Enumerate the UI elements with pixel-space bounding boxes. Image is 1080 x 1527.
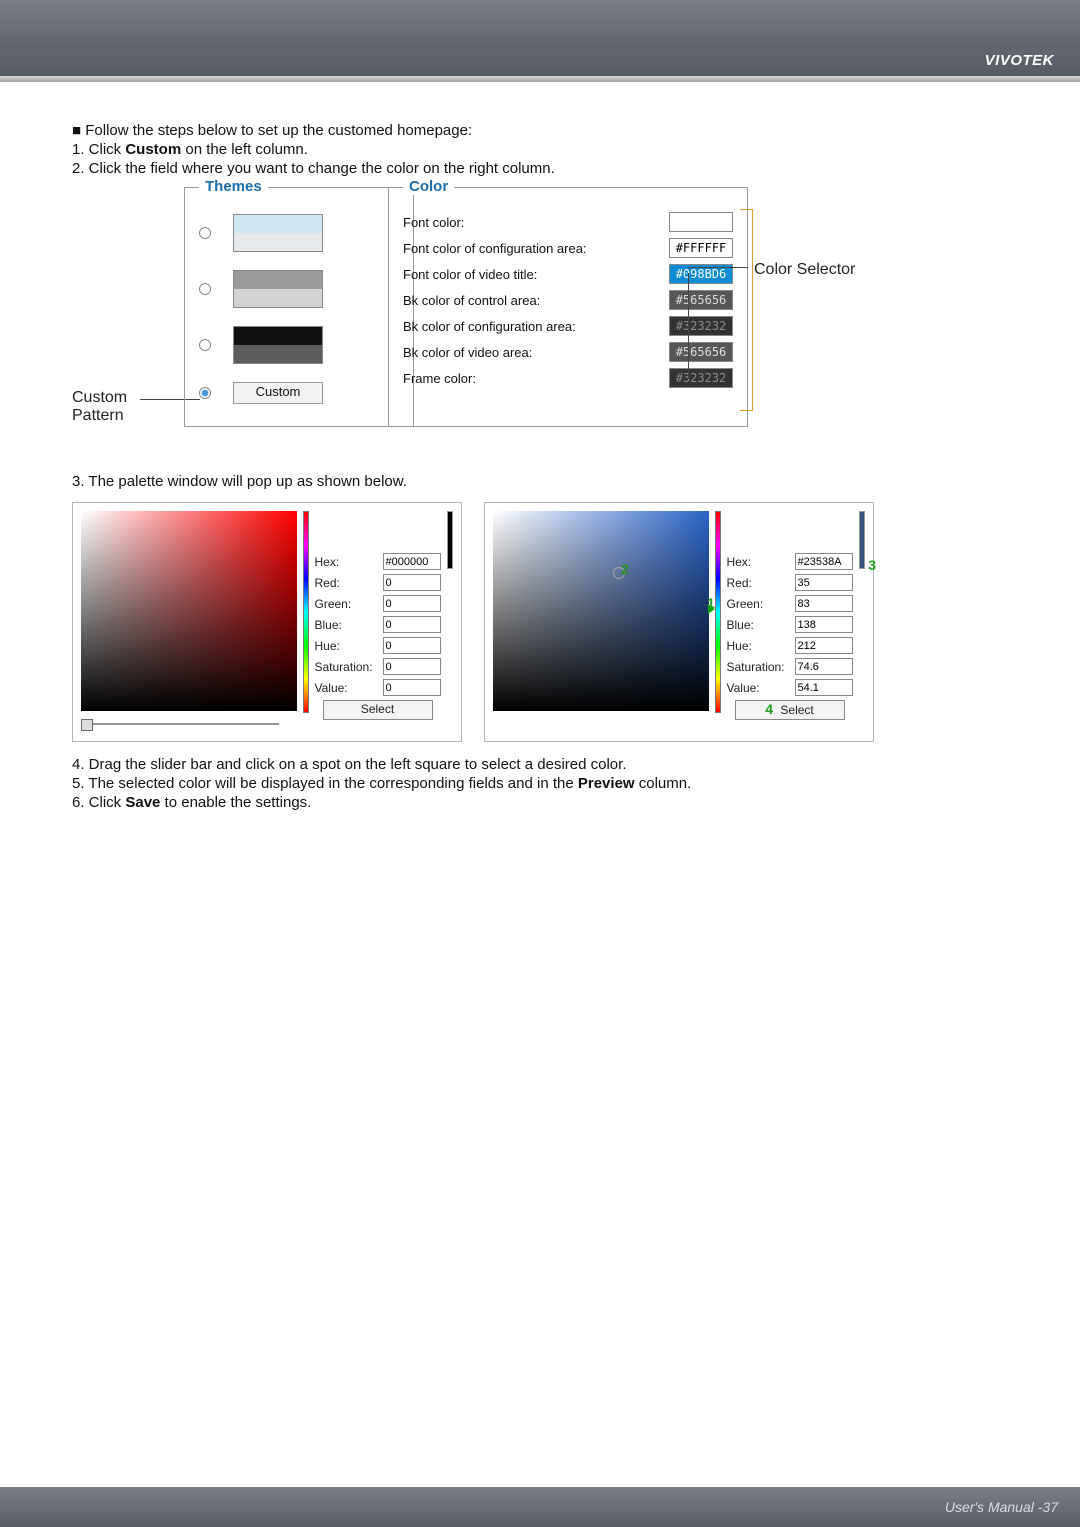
step-1: 1. Click Custom on the left column. bbox=[72, 141, 1008, 158]
brand-label: VIVOTEK bbox=[985, 52, 1054, 69]
palette-a-slider[interactable] bbox=[81, 719, 93, 731]
palette-b-sv[interactable]: 2 bbox=[493, 511, 709, 711]
palette-a-val[interactable] bbox=[383, 679, 441, 696]
callout-custom: Custom Pattern bbox=[72, 389, 127, 424]
palette-b-sat[interactable] bbox=[795, 658, 853, 675]
palette-a-blue[interactable] bbox=[383, 616, 441, 633]
palette-b-hue-field[interactable] bbox=[795, 637, 853, 654]
color-row-3: Bk color of control area: #565656 bbox=[403, 290, 733, 310]
callout-color-selector: Color Selector bbox=[754, 261, 855, 279]
color-row-label: Bk color of video area: bbox=[403, 345, 532, 360]
palette-b-select[interactable]: 4 Select bbox=[735, 700, 845, 720]
palette-a-hue[interactable] bbox=[303, 511, 309, 713]
color-swatch-input[interactable] bbox=[669, 212, 733, 232]
theme-radio-2[interactable] bbox=[199, 283, 211, 295]
footer: User's Manual - 37 bbox=[0, 1487, 1080, 1527]
ann-2: 2 bbox=[621, 561, 629, 577]
themes-legend: Themes bbox=[199, 178, 268, 195]
color-swatch-input[interactable]: #565656 bbox=[669, 342, 733, 362]
color-swatch-input[interactable]: #323232 bbox=[669, 368, 733, 388]
theme-radio-1[interactable] bbox=[199, 227, 211, 239]
palette-b: 2 1 Hex: Red: Green: Blue: Hue: Saturati… bbox=[484, 502, 874, 742]
theme-swatch-1[interactable] bbox=[233, 214, 323, 252]
step-2: 2. Click the field where you want to cha… bbox=[72, 160, 1008, 177]
color-row-4: Bk color of configuration area: #323232 bbox=[403, 316, 733, 336]
color-legend: Color bbox=[403, 178, 454, 195]
color-row-label: Font color of configuration area: bbox=[403, 241, 587, 256]
palette-a-red[interactable] bbox=[383, 574, 441, 591]
step-4: 4. Drag the slider bar and click on a sp… bbox=[72, 756, 1008, 773]
color-row-2: Font color of video title:#098BD6 bbox=[403, 264, 733, 284]
ann-4: 4 bbox=[765, 701, 773, 717]
palette-a-hex[interactable] bbox=[383, 553, 441, 570]
color-swatch-input[interactable]: #565656 bbox=[669, 290, 733, 310]
palette-a-sat[interactable] bbox=[383, 658, 441, 675]
color-row-0: Font color: bbox=[403, 212, 733, 232]
palette-a-green[interactable] bbox=[383, 595, 441, 612]
ann-3: 3 bbox=[868, 557, 876, 573]
palette-b-red[interactable] bbox=[795, 574, 853, 591]
palette-b-green[interactable] bbox=[795, 595, 853, 612]
themes-group: Themes Custom bbox=[184, 187, 414, 427]
palette-a-hue-field[interactable] bbox=[383, 637, 441, 654]
color-row-label: Font color: bbox=[403, 215, 464, 230]
palette-b-hex[interactable] bbox=[795, 553, 853, 570]
palette-b-hue[interactable] bbox=[715, 511, 721, 713]
theme-swatch-2[interactable] bbox=[233, 270, 323, 308]
palette-b-blue[interactable] bbox=[795, 616, 853, 633]
theme-radio-custom[interactable] bbox=[199, 387, 211, 399]
theme-radio-3[interactable] bbox=[199, 339, 211, 351]
color-row-label: Frame color: bbox=[403, 371, 476, 386]
color-group: Color Font color:Font color of configura… bbox=[388, 187, 748, 427]
palette-b-val[interactable] bbox=[795, 679, 853, 696]
palette-a-select[interactable]: Select bbox=[323, 700, 433, 720]
step-6: 6. Click Save to enable the settings. bbox=[72, 794, 1008, 811]
step-3: 3. The palette window will pop up as sho… bbox=[72, 473, 1008, 490]
intro-line: ■ Follow the steps below to set up the c… bbox=[72, 122, 1008, 139]
color-row-label: Font color of video title: bbox=[403, 267, 537, 282]
step-5: 5. The selected color will be displayed … bbox=[72, 775, 1008, 792]
color-row-1: Font color of configuration area: #FFFFFF bbox=[403, 238, 733, 258]
color-swatch-input[interactable]: #FFFFFF bbox=[669, 238, 733, 258]
color-swatch-input[interactable]: #323232 bbox=[669, 316, 733, 336]
palette-a-preview bbox=[447, 511, 454, 569]
custom-button[interactable]: Custom bbox=[233, 382, 323, 404]
palette-a: Hex: Red: Green: Blue: Hue: Saturation: … bbox=[72, 502, 462, 742]
palette-b-preview bbox=[859, 511, 866, 569]
color-row-5: Bk color of video area: #565656 bbox=[403, 342, 733, 362]
color-row-label: Bk color of configuration area: bbox=[403, 319, 576, 334]
config-figure: Custom Pattern Themes bbox=[72, 187, 1008, 447]
selector-bracket bbox=[740, 209, 753, 411]
ann-1: 1 bbox=[707, 595, 715, 611]
theme-swatch-3[interactable] bbox=[233, 326, 323, 364]
color-row-6: Frame color: #323232 bbox=[403, 368, 733, 388]
color-row-label: Bk color of control area: bbox=[403, 293, 540, 308]
palette-a-sv[interactable] bbox=[81, 511, 297, 711]
